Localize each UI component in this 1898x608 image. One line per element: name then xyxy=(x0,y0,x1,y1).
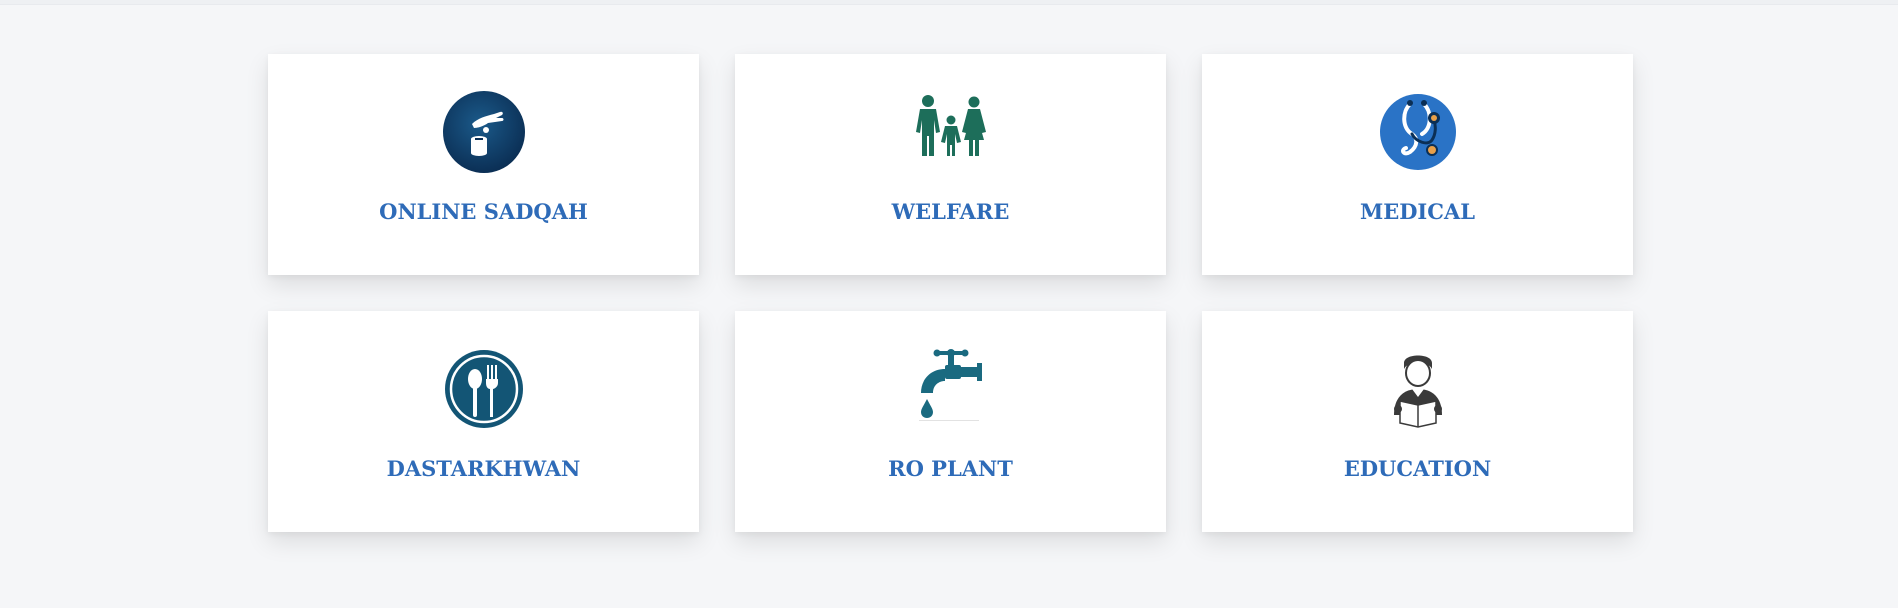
services-grid: ONLINE SADQAH WELFARE MEDICAL DASTARKHWA… xyxy=(268,54,1633,532)
water-tap-icon xyxy=(909,347,993,431)
card-medical[interactable]: MEDICAL xyxy=(1202,54,1633,275)
card-label: DASTARKHWAN xyxy=(386,456,581,481)
donation-box-icon xyxy=(442,90,526,174)
stethoscope-icon xyxy=(1376,90,1460,174)
card-label: MEDICAL xyxy=(1359,199,1476,224)
card-ro-plant[interactable]: RO PLANT xyxy=(735,311,1166,532)
card-label: RO PLANT xyxy=(888,456,1013,481)
card-label: WELFARE xyxy=(891,199,1010,224)
card-online-sadqah[interactable]: ONLINE SADQAH xyxy=(268,54,699,275)
card-label: EDUCATION xyxy=(1343,456,1492,481)
card-education[interactable]: EDUCATION xyxy=(1202,311,1633,532)
top-divider xyxy=(0,0,1898,5)
card-dastarkhwan[interactable]: DASTARKHWAN xyxy=(268,311,699,532)
card-label: ONLINE SADQAH xyxy=(379,199,588,224)
spoon-fork-icon xyxy=(442,347,526,431)
card-welfare[interactable]: WELFARE xyxy=(735,54,1166,275)
family-icon xyxy=(909,90,993,174)
student-reading-icon xyxy=(1376,347,1460,431)
